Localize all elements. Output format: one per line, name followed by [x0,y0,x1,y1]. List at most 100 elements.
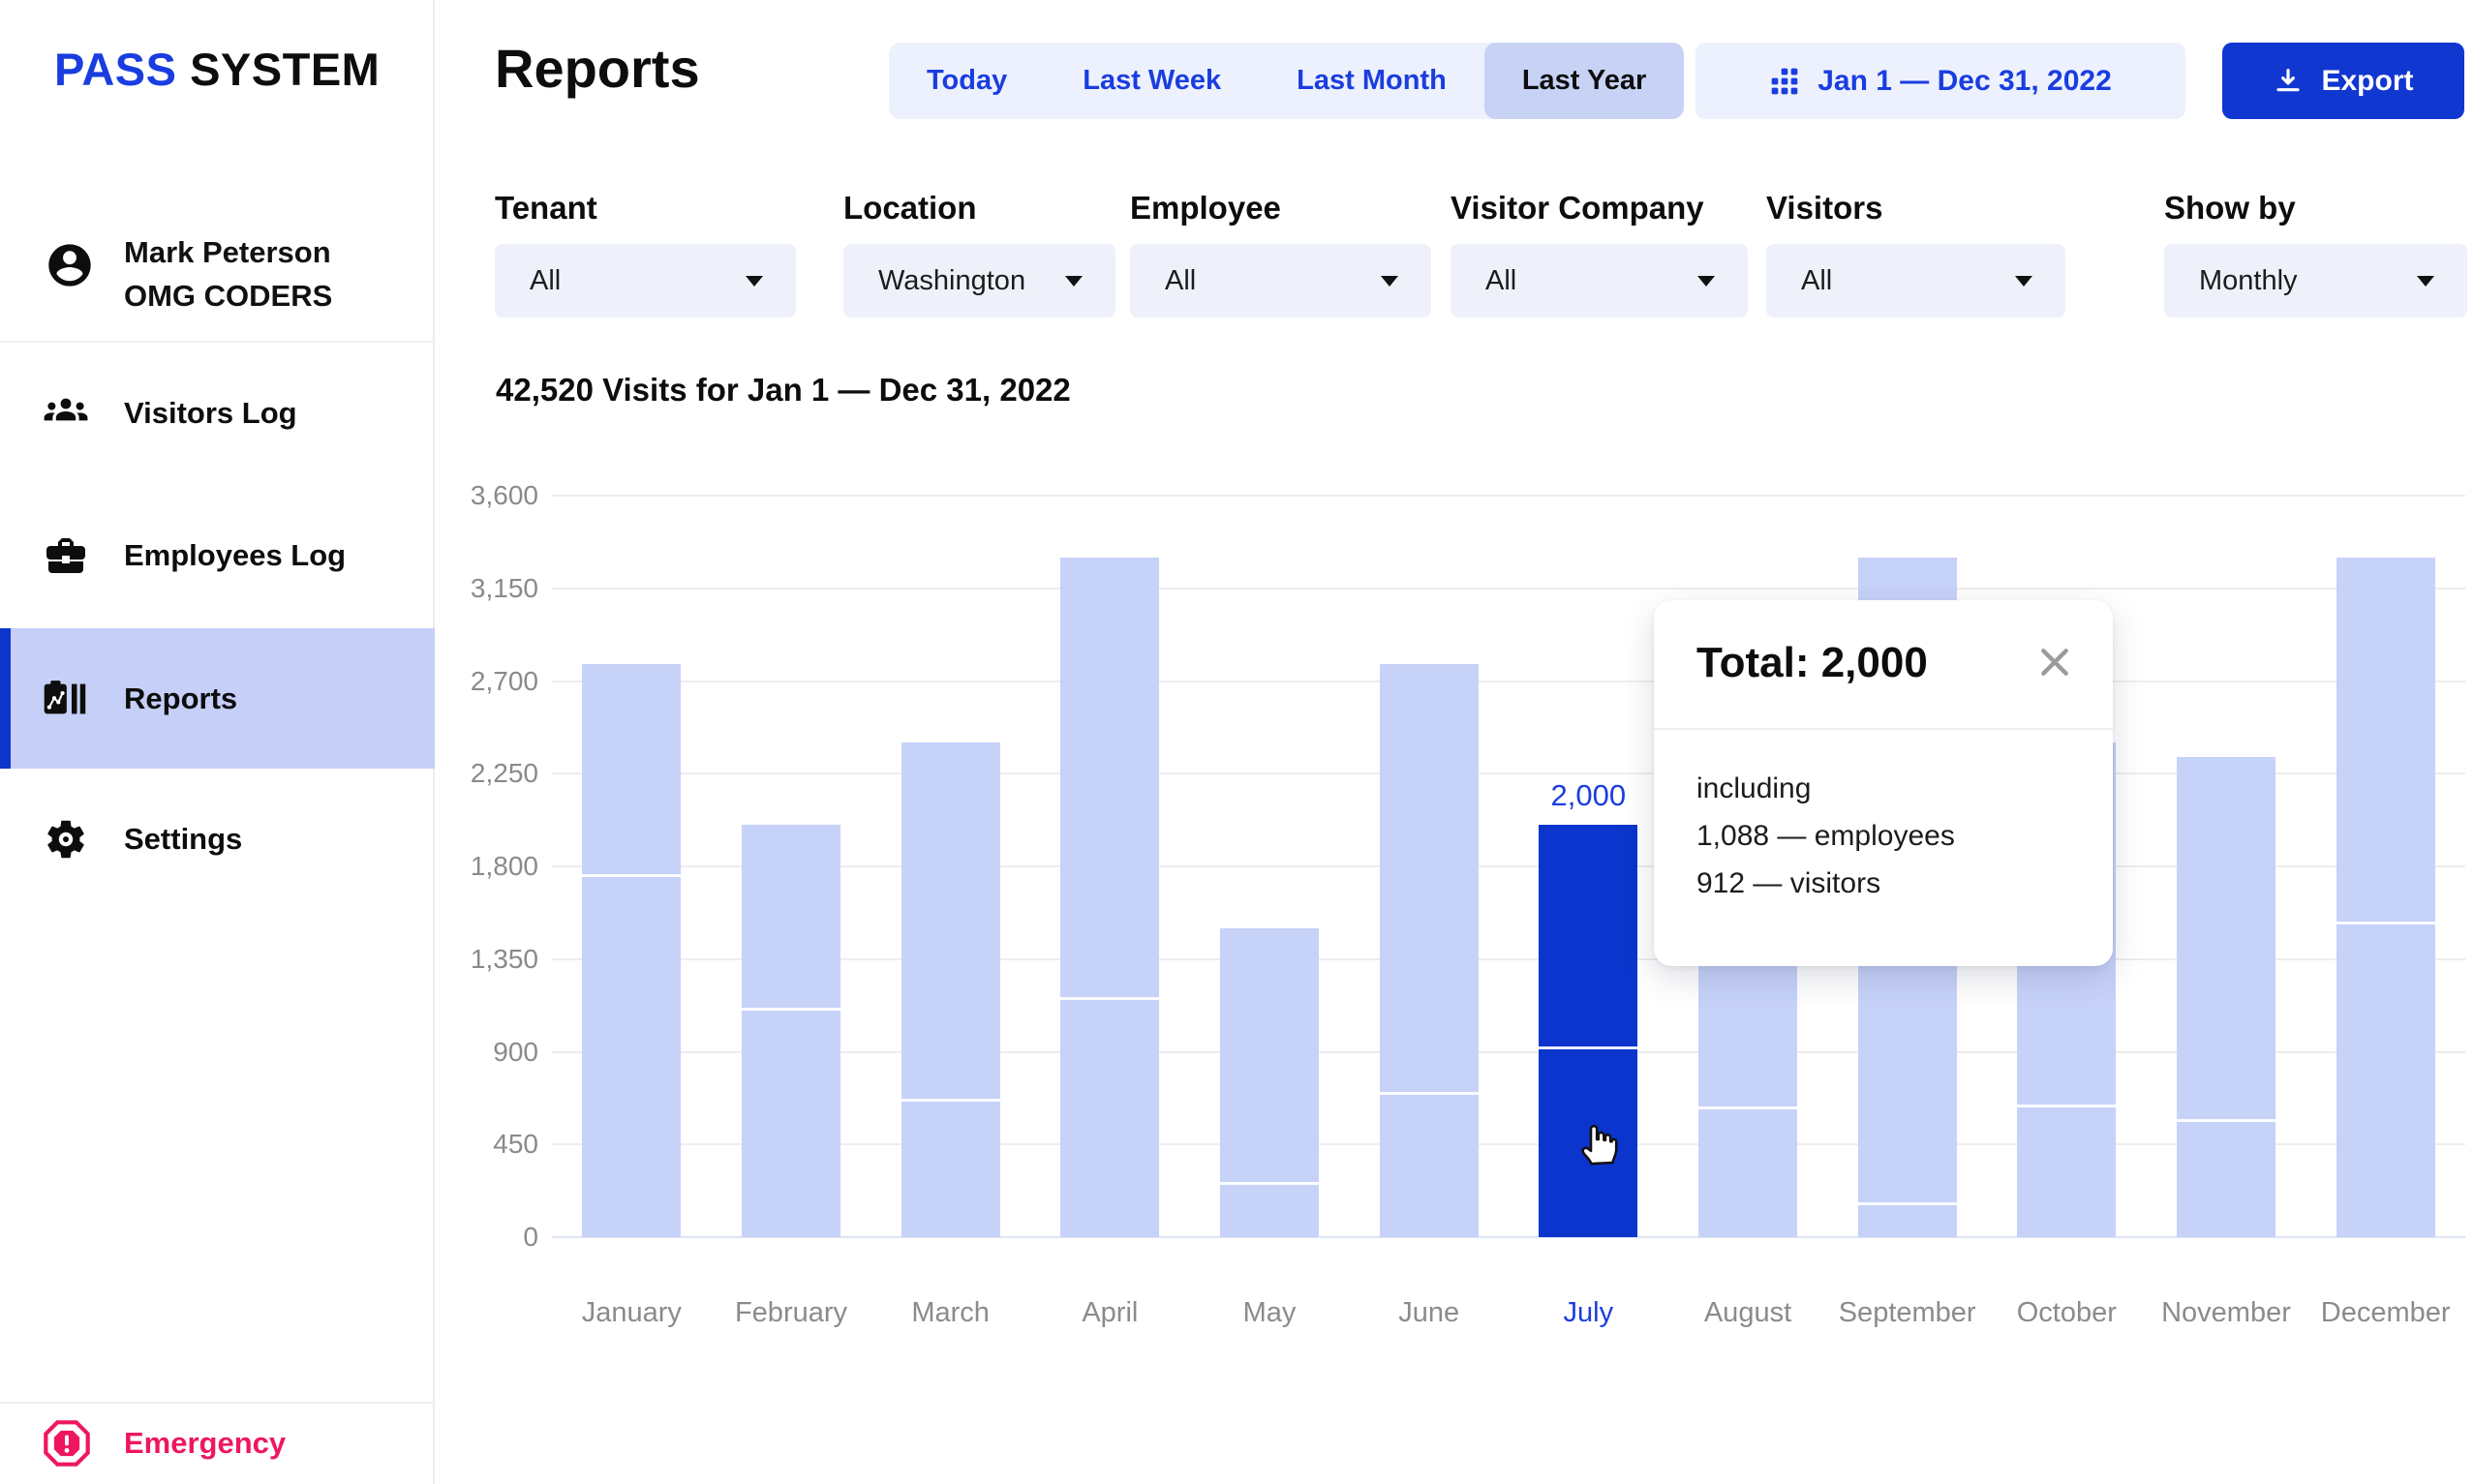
filter-tenant: Tenant All [495,190,796,318]
export-button[interactable]: Export [2222,43,2464,119]
visitor-company-select[interactable]: All [1451,244,1748,318]
tab-last-year[interactable]: Last Year [1484,43,1684,119]
filter-show-by: Show by Monthly [2164,190,2467,318]
bar-august[interactable] [1698,938,1797,1237]
y-tick-label: 3,150 [378,573,538,604]
visitors-group-icon [43,390,89,437]
filter-label: Visitor Company [1451,190,1748,227]
bar-january[interactable] [582,664,681,1237]
chevron-down-icon [746,276,763,287]
sidebar-item-visitors-log[interactable]: Visitors Log [0,355,435,471]
page-title: Reports [495,37,700,100]
chevron-down-icon [1065,276,1083,287]
x-tick-label-december: December [2289,1297,2474,1329]
filter-label: Show by [2164,190,2467,227]
segment-divider [1698,1106,1797,1109]
visitors-select[interactable]: All [1766,244,2065,318]
tab-last-month[interactable]: Last Month [1259,43,1484,119]
select-value: All [1485,265,1516,297]
y-tick-label: 1,800 [378,851,538,882]
filter-label: Employee [1130,190,1431,227]
location-select[interactable]: Washington [843,244,1115,318]
filter-label: Location [843,190,1115,227]
report-chart-icon [43,676,89,722]
logo-primary: PASS [54,44,177,95]
segment-divider [2337,922,2435,924]
export-label: Export [2321,65,2413,98]
user-company: OMG CODERS [124,279,332,313]
select-value: Monthly [2199,265,2298,297]
sidebar-item-settings[interactable]: Settings [0,781,435,897]
sidebar: PASS SYSTEM Mark Peterson OMG CODERS Vis… [0,0,435,1484]
y-axis: 04509001,3501,8002,2502,7003,1503,600 [378,496,538,1237]
sidebar-divider [0,341,435,343]
close-icon[interactable] [2035,643,2074,681]
segment-divider [1220,1182,1319,1185]
tab-last-week[interactable]: Last Week [1045,43,1259,119]
segment-divider [1380,1092,1479,1095]
segment-divider [1539,1046,1637,1049]
visits-summary: 42,520 Visits for Jan 1 — Dec 31, 2022 [496,372,1071,409]
sidebar-item-label: Employees Log [124,538,346,573]
sidebar-item-employees-log[interactable]: Employees Log [0,498,435,614]
date-range-picker[interactable]: Jan 1 — Dec 31, 2022 [1695,43,2185,119]
tenant-select[interactable]: All [495,244,796,318]
filter-label: Visitors [1766,190,2065,227]
select-value: Washington [878,265,1025,297]
tab-today[interactable]: Today [889,43,1045,119]
tooltip-body: including 1,088 — employees 912 — visito… [1654,730,2113,907]
tooltip-including: including [1696,765,2070,812]
employee-select[interactable]: All [1130,244,1431,318]
bar-april[interactable] [1060,558,1159,1237]
bar-chart: JanuaryFebruaryMarchAprilMayJuneJuly2,00… [552,496,2465,1237]
tooltip-employees: 1,088 — employees [1696,812,2070,860]
chevron-down-icon [2015,276,2032,287]
show-by-select[interactable]: Monthly [2164,244,2467,318]
select-value: All [1801,265,1832,297]
select-value: All [530,265,561,297]
bar-february[interactable] [742,825,840,1237]
emergency-octagon-icon [43,1419,91,1468]
bar-may[interactable] [1220,928,1319,1237]
app-logo: PASS SYSTEM [54,43,380,96]
y-tick-label: 0 [378,1222,538,1253]
user-profile[interactable]: Mark Peterson OMG CODERS [0,215,435,341]
y-tick-label: 450 [378,1129,538,1160]
calendar-grid-icon [1769,66,1800,97]
bar-tooltip: Total: 2,000 including 1,088 — employees… [1654,600,2113,966]
chevron-down-icon [1697,276,1715,287]
segment-divider [2177,1119,2275,1122]
tooltip-visitors: 912 — visitors [1696,860,2070,907]
y-tick-label: 1,350 [378,944,538,975]
filter-label: Tenant [495,190,796,227]
filter-location: Location Washington [843,190,1115,318]
user-avatar-icon [45,240,95,290]
gridline [552,588,2465,590]
date-range-label: Jan 1 — Dec 31, 2022 [1817,65,2112,98]
segment-divider [901,1099,1000,1102]
bar-december[interactable] [2337,558,2435,1237]
bar-july[interactable] [1539,825,1637,1237]
bar-june[interactable] [1380,664,1479,1237]
emergency-label: Emergency [124,1426,286,1461]
y-tick-label: 3,600 [378,480,538,511]
bar-march[interactable] [901,742,1000,1237]
gridline [552,681,2465,682]
emergency-button[interactable]: Emergency [0,1403,435,1484]
sidebar-item-label: Visitors Log [124,396,297,431]
segment-divider [2017,1105,2116,1107]
app-window: PASS SYSTEM Mark Peterson OMG CODERS Vis… [0,0,2474,1484]
filter-employee: Employee All [1130,190,1431,318]
sidebar-item-label: Reports [124,681,237,716]
sidebar-item-reports[interactable]: Reports [0,628,435,769]
bar-november[interactable] [2177,757,2275,1237]
sidebar-item-label: Settings [124,822,242,857]
cursor-pointer-icon [1571,1115,1625,1169]
select-value: All [1165,265,1196,297]
period-tabs: Today Last Week Last Month Last Year [889,43,1684,119]
gridline [552,495,2465,497]
y-tick-label: 2,700 [378,666,538,697]
filter-visitor-company: Visitor Company All [1451,190,1748,318]
tooltip-header: Total: 2,000 [1654,600,2113,730]
filter-visitors: Visitors All [1766,190,2065,318]
